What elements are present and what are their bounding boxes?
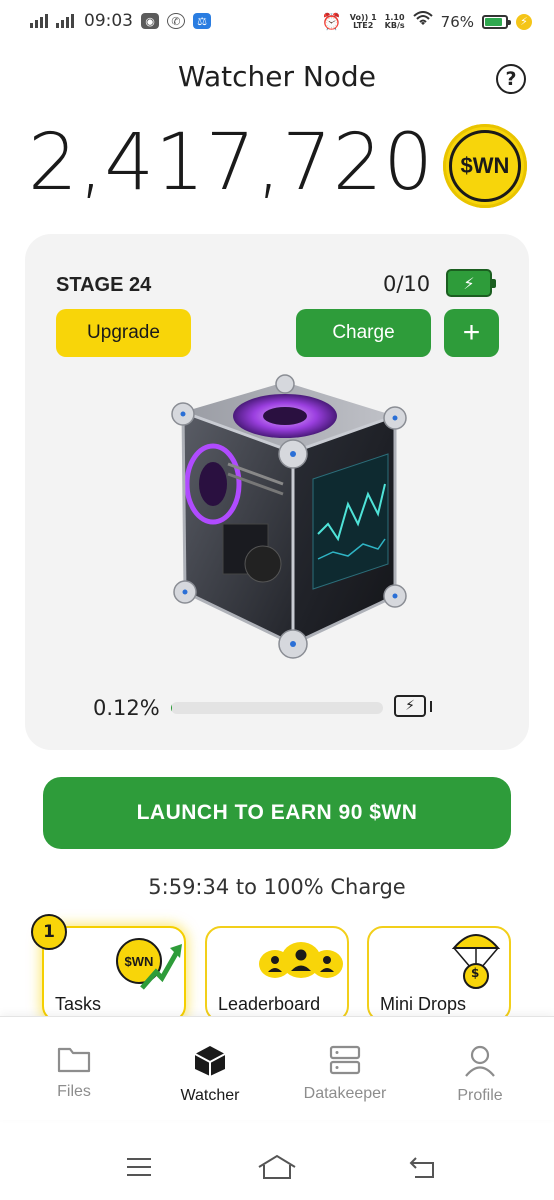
tasks-label: Tasks bbox=[55, 994, 102, 1014]
stage-label: STAGE 24 bbox=[56, 274, 152, 296]
leaderboard-label: Leaderboard bbox=[218, 994, 321, 1014]
charge-battery-icon: ⚡ bbox=[394, 695, 426, 717]
mini-drops-tile[interactable]: $ Mini Drops bbox=[367, 926, 511, 1022]
network-type: Vo)) 1 LTE2 bbox=[349, 12, 377, 30]
wifi-icon bbox=[412, 11, 433, 32]
nav-datakeeper-label: Datakeeper bbox=[303, 1085, 387, 1102]
status-bar: 09:03 ◉ ✆ ⚖ ⏰ Vo)) 1 LTE2 1.10 KB/s 76% ⚡ bbox=[0, 0, 554, 44]
node-card: STAGE 24 0/10 ⚡ Upgrade Charge + 0.12% ⚡ bbox=[25, 234, 529, 750]
mini-drops-label: Mini Drops bbox=[380, 994, 467, 1014]
charge-counter: 0/10 bbox=[383, 272, 431, 296]
watcher-node-cube-image bbox=[133, 374, 423, 674]
battery-charge-icon: ⚡ bbox=[446, 269, 496, 297]
status-left: 09:03 ◉ ✆ ⚖ bbox=[30, 11, 211, 31]
trend-arrow-icon bbox=[140, 944, 182, 990]
battery-percent: 76% bbox=[440, 12, 474, 31]
nav-datakeeper[interactable]: Datakeeper bbox=[285, 1045, 405, 1103]
whatsapp-icon: ✆ bbox=[167, 13, 185, 29]
nav-watcher-label: Watcher bbox=[180, 1087, 240, 1104]
parachute-icon bbox=[451, 934, 501, 989]
nav-profile-label: Profile bbox=[457, 1087, 503, 1104]
nav-files[interactable]: Files bbox=[14, 1045, 134, 1101]
page-title: Watcher Node bbox=[178, 60, 376, 93]
wn-coin-icon: $WN bbox=[443, 124, 527, 208]
back-button[interactable] bbox=[402, 1152, 442, 1182]
add-charge-button[interactable]: + bbox=[444, 309, 499, 357]
tasks-badge: 1 bbox=[31, 914, 67, 950]
signal-1-icon bbox=[30, 14, 48, 28]
nav-watcher[interactable]: Watcher bbox=[150, 1045, 270, 1105]
bottom-nav: Files Watcher Datakeeper Profile bbox=[0, 1016, 554, 1120]
back-icon bbox=[409, 1157, 434, 1178]
app-icon: ⚖ bbox=[193, 13, 211, 29]
discord-icon: ◉ bbox=[141, 13, 159, 29]
balance-amount: 2,417,720 bbox=[28, 118, 434, 208]
battery-icon bbox=[482, 14, 511, 29]
help-icon: ? bbox=[505, 68, 517, 90]
home-button[interactable] bbox=[257, 1152, 297, 1182]
network-speed: 1.10 KB/s bbox=[384, 12, 405, 30]
charge-button[interactable]: Charge bbox=[296, 309, 431, 357]
menu-button[interactable] bbox=[119, 1152, 159, 1182]
leaderboard-users-icon bbox=[259, 942, 343, 978]
nav-profile[interactable]: Profile bbox=[420, 1045, 540, 1105]
system-nav bbox=[0, 1140, 554, 1200]
charge-progress-bar bbox=[171, 702, 383, 714]
coin-label: $WN bbox=[460, 153, 510, 178]
folder-icon bbox=[57, 1047, 91, 1073]
alarm-icon: ⏰ bbox=[321, 12, 342, 31]
mini-drops-coin-label: $ bbox=[471, 966, 480, 980]
charging-icon: ⚡ bbox=[516, 13, 532, 30]
signal-2-icon bbox=[56, 14, 74, 28]
menu-icon bbox=[127, 1158, 151, 1176]
charge-timer: 5:59:34 to 100% Charge bbox=[148, 875, 406, 899]
help-button[interactable]: ? bbox=[496, 64, 526, 94]
launch-button[interactable]: LAUNCH TO EARN 90 $WN bbox=[43, 777, 511, 849]
leaderboard-tile[interactable]: Leaderboard bbox=[205, 926, 349, 1022]
status-time: 09:03 bbox=[84, 11, 133, 31]
user-icon bbox=[465, 1045, 495, 1077]
nav-files-label: Files bbox=[57, 1083, 91, 1100]
battery-tip bbox=[430, 701, 432, 712]
home-icon bbox=[258, 1154, 296, 1179]
server-icon bbox=[329, 1045, 361, 1075]
cube-icon bbox=[194, 1046, 226, 1076]
status-right: ⏰ Vo)) 1 LTE2 1.10 KB/s 76% ⚡ bbox=[322, 11, 532, 32]
upgrade-button[interactable]: Upgrade bbox=[56, 309, 191, 357]
progress-percent: 0.12% bbox=[93, 696, 160, 720]
